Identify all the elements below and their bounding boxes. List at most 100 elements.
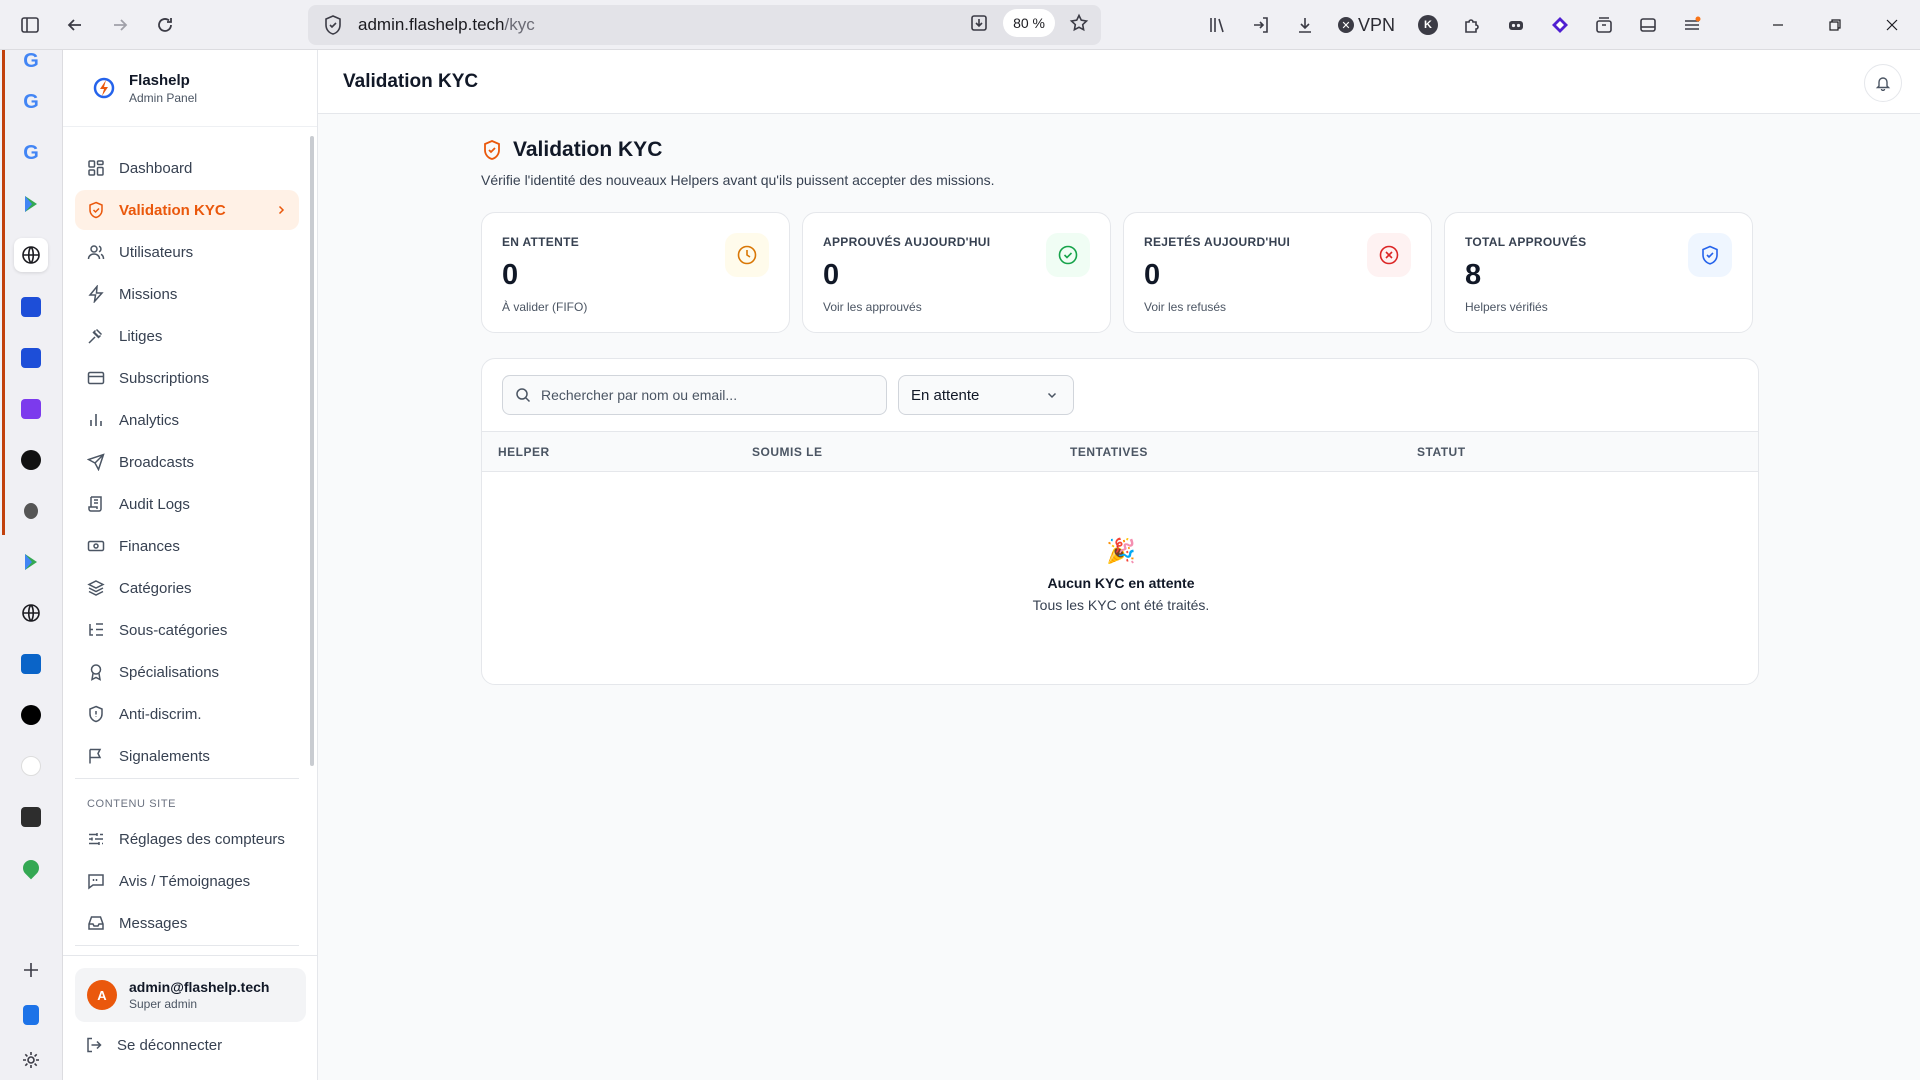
- globe-tab-icon[interactable]: [14, 238, 48, 272]
- save-page-icon[interactable]: [965, 9, 993, 37]
- inbox-icon: [88, 916, 104, 930]
- sidebar-item-utilisateurs[interactable]: Utilisateurs: [75, 232, 299, 272]
- maps-tab-icon[interactable]: [14, 851, 48, 885]
- url-text[interactable]: admin.flashelp.tech/kyc: [358, 15, 535, 35]
- empty-state-title: Aucun KYC en attente: [1047, 575, 1195, 591]
- sidebar-item-label: Missions: [119, 285, 178, 303]
- logout-label: Se déconnecter: [117, 1036, 223, 1054]
- extension-mask-icon[interactable]: [1499, 8, 1533, 42]
- sidebar-item-validation-kyc[interactable]: Validation KYC: [75, 190, 299, 230]
- library-icon[interactable]: [1200, 8, 1234, 42]
- sidebar-item-analytics[interactable]: Analytics: [75, 400, 299, 440]
- sidebar-item-reglages-compteurs[interactable]: Réglages des compteurs: [75, 819, 299, 859]
- sidebar-item-label: Subscriptions: [119, 369, 210, 387]
- menu-icon[interactable]: [1675, 8, 1709, 42]
- sidebar-item-specialisations[interactable]: Spécialisations: [75, 652, 299, 692]
- message-quote-icon: [88, 874, 104, 890]
- sidebar-item-avis-temoignages[interactable]: Avis / Témoignages: [75, 861, 299, 901]
- table-header: HELPER SOUMIS LE TENTATIVES STATUT: [482, 431, 1758, 472]
- zoom-level[interactable]: 80 %: [1003, 9, 1055, 37]
- column-header-attempts[interactable]: TENTATIVES: [1070, 445, 1148, 459]
- play-store-tab-icon[interactable]: [14, 545, 48, 579]
- reader-view-icon[interactable]: [1631, 8, 1665, 42]
- sidebar-item-dashboard[interactable]: Dashboard: [75, 148, 299, 188]
- brand-subtitle: Admin Panel: [129, 90, 198, 105]
- notifications-button[interactable]: [1864, 64, 1902, 102]
- play-store-tab-icon[interactable]: [14, 187, 48, 221]
- status-filter-select[interactable]: En attente: [898, 375, 1074, 415]
- sidebar-item-sous-categories[interactable]: Sous-catégories: [75, 610, 299, 650]
- logout-button[interactable]: Se déconnecter: [85, 1030, 222, 1060]
- flag-icon: [89, 748, 102, 764]
- file-tab-icon[interactable]: [14, 998, 48, 1032]
- dashboard-tab-icon[interactable]: [14, 290, 48, 324]
- google-tab-icon[interactable]: G: [14, 85, 48, 119]
- reload-icon[interactable]: [147, 7, 183, 43]
- sidebar-item-litiges[interactable]: Litiges: [75, 316, 299, 356]
- sidebar-item-subscriptions[interactable]: Subscriptions: [75, 358, 299, 398]
- stat-subtitle: À valider (FIFO): [502, 300, 588, 314]
- column-header-submitted[interactable]: SOUMIS LE: [752, 445, 823, 459]
- sidebar-item-finances[interactable]: Finances: [75, 526, 299, 566]
- sidebar-item-categories[interactable]: Catégories: [75, 568, 299, 608]
- banknote-icon: [87, 540, 105, 552]
- stat-card-rejected-today[interactable]: REJETÉS AUJOURD'HUI 0 Voir les refusés: [1123, 212, 1432, 333]
- user-card[interactable]: A admin@flashelp.tech Super admin: [75, 968, 306, 1022]
- sidebar-item-label: Validation KYC: [119, 201, 226, 219]
- settings-gear-icon[interactable]: [14, 1043, 48, 1077]
- globe-tab-icon[interactable]: [14, 596, 48, 630]
- search-input[interactable]: [541, 387, 881, 403]
- sidebar-item-label: Messages: [119, 914, 188, 932]
- new-tab-plus-icon[interactable]: [14, 953, 48, 987]
- stat-subtitle: Helpers vérifiés: [1465, 300, 1548, 314]
- sidebar-item-broadcasts[interactable]: Broadcasts: [75, 442, 299, 482]
- status-filter-value: En attente: [911, 386, 980, 404]
- sidebar-item-label: Avis / Témoignages: [119, 872, 251, 890]
- sidebar-toggle-icon[interactable]: [12, 7, 48, 43]
- address-bar[interactable]: admin.flashelp.tech/kyc 80 %: [308, 5, 1101, 45]
- sign-in-icon[interactable]: [1244, 8, 1278, 42]
- spark-tab-icon[interactable]: [14, 800, 48, 834]
- stat-card-approved-today[interactable]: APPROUVÉS AUJOURD'HUI 0 Voir les approuv…: [802, 212, 1111, 333]
- sidebar-item-audit-logs[interactable]: Audit Logs: [75, 484, 299, 524]
- list-tree-icon: [89, 623, 103, 636]
- vpn-button[interactable]: ✕ VPN: [1332, 15, 1401, 36]
- circle-tab-icon[interactable]: [14, 443, 48, 477]
- sidebar-scrollbar[interactable]: [310, 136, 314, 766]
- brand[interactable]: Flashelp Admin Panel: [63, 50, 317, 127]
- sidebar-item-missions[interactable]: Missions: [75, 274, 299, 314]
- column-header-status[interactable]: STATUT: [1417, 445, 1466, 459]
- extension-diamond-icon[interactable]: [1543, 8, 1577, 42]
- back-icon[interactable]: [57, 7, 93, 43]
- sidebar-footer-divider: [63, 955, 318, 956]
- downloads-icon[interactable]: [1288, 8, 1322, 42]
- stat-card-total-approved[interactable]: TOTAL APPROUVÉS 8 Helpers vérifiés: [1444, 212, 1753, 333]
- minimize-icon[interactable]: [1749, 0, 1806, 50]
- extension-k-icon[interactable]: K: [1411, 8, 1445, 42]
- column-header-helper[interactable]: HELPER: [498, 445, 550, 459]
- sidebar-item-messages[interactable]: Messages: [75, 903, 299, 943]
- sidebar-item-signalements[interactable]: Signalements: [75, 736, 299, 776]
- dashboard-tab-icon[interactable]: [14, 341, 48, 375]
- outlook-tab-icon[interactable]: [14, 647, 48, 681]
- lightning-icon: [88, 285, 104, 303]
- google-tab-icon[interactable]: G: [14, 136, 48, 170]
- close-window-icon[interactable]: [1863, 0, 1920, 50]
- forward-icon[interactable]: [102, 7, 138, 43]
- flashelp-tab-icon[interactable]: [14, 749, 48, 783]
- site-security-icon[interactable]: [322, 14, 344, 36]
- sidebar-item-anti-discrim[interactable]: Anti-discrim.: [75, 694, 299, 734]
- sidebar-item-label: Anti-discrim.: [119, 705, 202, 723]
- sidebar-item-label: Audit Logs: [119, 495, 190, 513]
- chat-tab-icon[interactable]: [14, 392, 48, 426]
- restore-icon[interactable]: [1806, 0, 1863, 50]
- google-tab-icon[interactable]: G: [14, 44, 48, 78]
- apple-tab-icon[interactable]: [14, 494, 48, 528]
- extensions-puzzle-icon[interactable]: [1455, 8, 1489, 42]
- triangle-tab-icon[interactable]: [14, 698, 48, 732]
- bookmark-star-icon[interactable]: [1065, 9, 1093, 37]
- brand-title: Flashelp: [129, 71, 190, 89]
- search-field[interactable]: [502, 375, 887, 415]
- stat-card-pending[interactable]: EN ATTENTE 0 À valider (FIFO): [481, 212, 790, 333]
- container-icon[interactable]: [1587, 8, 1621, 42]
